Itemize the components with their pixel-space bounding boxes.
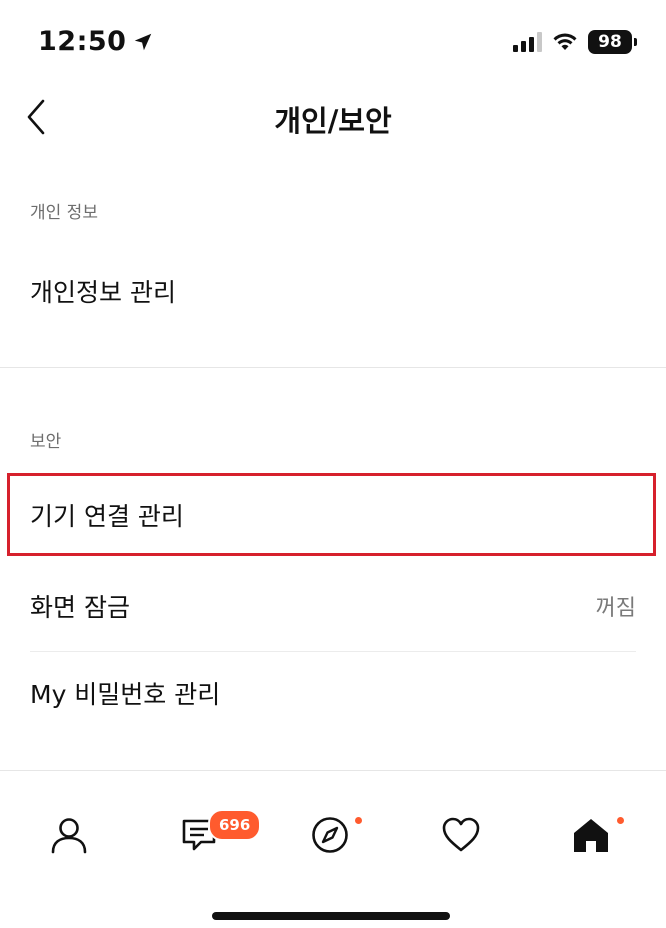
heart-icon	[442, 817, 480, 852]
nav-favorites[interactable]	[437, 811, 485, 859]
battery-indicator: 98	[588, 30, 637, 54]
page-title: 개인/보안	[274, 104, 392, 138]
profile-icon	[51, 818, 87, 854]
home-indicator[interactable]	[212, 912, 450, 920]
nav-discover[interactable]	[306, 811, 354, 859]
section-divider	[0, 367, 666, 368]
row-label: 개인정보 관리	[30, 278, 176, 307]
bottom-nav: 696	[0, 770, 666, 901]
status-indicators: 98	[513, 30, 637, 54]
discover-new-dot	[355, 817, 362, 824]
status-time: 12:50	[38, 26, 154, 57]
row-my-password-management[interactable]: My 비밀번호 관리	[30, 655, 636, 731]
row-label: My 비밀번호 관리	[30, 680, 221, 709]
battery-level: 98	[598, 32, 622, 52]
row-personal-info-management[interactable]: 개인정보 관리	[30, 253, 636, 329]
status-time-text: 12:50	[38, 26, 127, 57]
compass-icon	[312, 817, 348, 853]
screen-lock-status: 꺼짐	[595, 596, 636, 621]
highlight-box	[7, 473, 656, 556]
home-new-dot	[617, 817, 624, 824]
row-label: 화면 잠금	[30, 593, 130, 622]
cellular-signal-icon	[513, 32, 542, 52]
section-label-personal: 개인 정보	[30, 203, 98, 223]
row-screen-lock[interactable]: 화면 잠금 꺼짐	[30, 568, 636, 644]
section-label-security: 보안	[30, 432, 62, 452]
home-icon	[574, 819, 608, 852]
nav-home[interactable]	[567, 811, 615, 859]
location-arrow-icon	[135, 33, 152, 50]
status-bar: 12:50 98	[0, 0, 666, 84]
wifi-icon	[553, 33, 577, 50]
row-divider	[30, 651, 636, 652]
nav-profile[interactable]	[45, 811, 93, 859]
chat-unread-badge: 696	[208, 809, 262, 841]
header: 개인/보안	[0, 84, 666, 150]
